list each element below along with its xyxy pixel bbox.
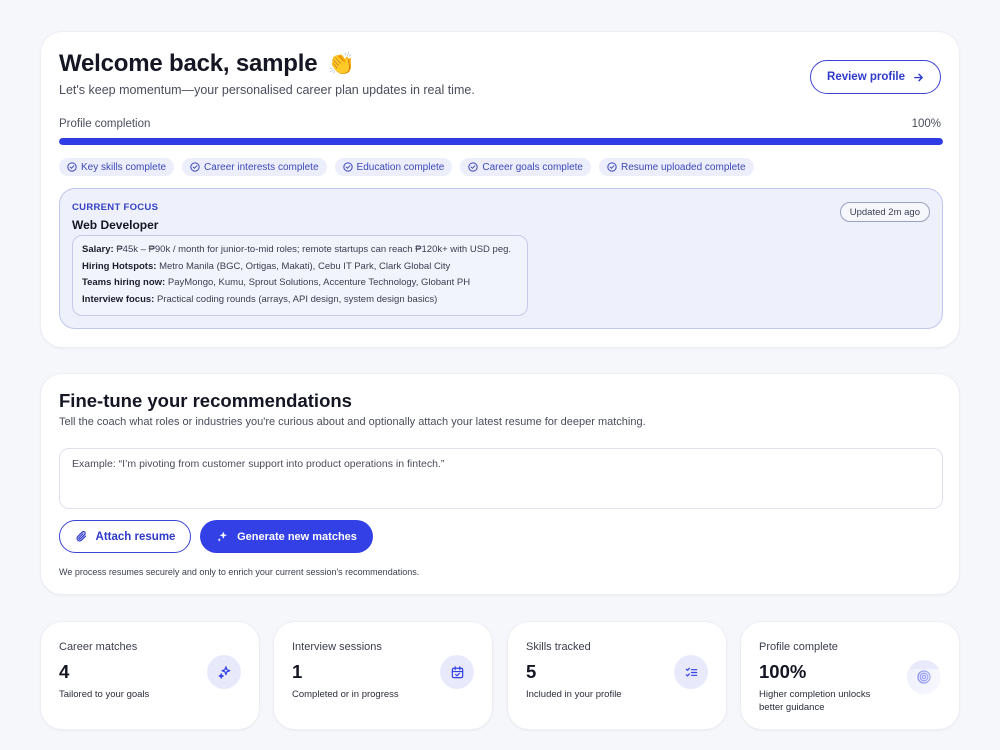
detail-label: Interview focus: — [82, 293, 155, 305]
current-focus-panel: CURRENT FOCUS Web Developer Updated 2m a… — [59, 188, 943, 329]
review-profile-label: Review profile — [827, 71, 905, 83]
detail-text: Practical coding rounds (arrays, API des… — [156, 293, 438, 305]
stat-description: Completed or in progress — [292, 689, 399, 700]
stat-label: Skills tracked — [526, 641, 591, 653]
completion-chip: Career interests complete — [182, 158, 327, 176]
check-circle-icon — [468, 162, 479, 172]
generate-matches-button[interactable]: Generate new matches — [200, 520, 373, 553]
privacy-note: We process resumes securely and only to … — [59, 567, 420, 577]
stat-card-profile-complete: Profile complete 100% Higher completion … — [740, 621, 960, 730]
detail-text: Metro Manila (BGC, Ortigas, Makati), Ceb… — [159, 260, 451, 272]
arrow-right-icon — [914, 73, 923, 81]
completion-chip: Education complete — [334, 158, 453, 176]
finetune-subtitle: Tell the coach what roles or industries … — [59, 416, 646, 428]
detail-label: Salary: — [82, 244, 114, 255]
current-focus-role: Web Developer — [72, 218, 159, 232]
chip-label: Key skills complete — [81, 161, 167, 173]
profile-completion-value: 100% — [911, 118, 941, 130]
calendar-check-icon — [440, 655, 474, 689]
stat-value: 5 — [526, 661, 537, 682]
stat-description: Included in your profile — [526, 689, 622, 700]
stat-value: 4 — [59, 661, 70, 682]
chip-label: Resume uploaded complete — [620, 161, 746, 173]
stat-value: 100% — [759, 661, 807, 682]
focus-detail-interview: Interview focus: Practical coding rounds… — [82, 294, 518, 311]
stat-description: Higher completion unlocks better guidanc… — [759, 689, 871, 713]
sparkles-icon — [207, 655, 241, 689]
page-title: Welcome back, sample 👏 — [59, 50, 355, 78]
completion-chip: Key skills complete — [59, 158, 175, 176]
card-fade-overlay — [879, 669, 959, 729]
generate-matches-label: Generate new matches — [237, 530, 357, 543]
welcome-card: Welcome back, sample 👏 Let's keep moment… — [40, 31, 960, 348]
check-circle-icon — [67, 162, 77, 172]
paperclip-icon — [76, 531, 86, 542]
welcome-subtitle: Let's keep momentum—your personalised ca… — [59, 83, 475, 97]
check-circle-icon — [607, 162, 617, 172]
focus-detail-hotspots: Hiring Hotspots: Metro Manila (BGC, Orti… — [82, 261, 518, 278]
attach-resume-label: Attach resume — [95, 530, 176, 543]
stat-description: Tailored to your goals — [59, 689, 150, 700]
profile-progress-fill — [59, 138, 943, 145]
detail-text: PayMongo, Kumu, Sprout Solutions, Accent… — [167, 277, 471, 288]
focus-details-box: Salary: ₱45k – ₱90k / month for junior-t… — [72, 235, 528, 316]
detail-label: Teams hiring now: — [82, 277, 166, 288]
clapping-hands-icon: 👏 — [327, 51, 356, 76]
check-circle-icon — [342, 162, 353, 172]
stat-value: 1 — [292, 661, 303, 682]
detail-label: Hiring Hotspots: — [82, 260, 157, 272]
focus-detail-teams: Teams hiring now: PayMongo, Kumu, Sprout… — [82, 277, 518, 294]
completion-chip: Resume uploaded complete — [598, 158, 754, 176]
stat-card-interview-sessions: Interview sessions 1 Completed or in pro… — [273, 621, 493, 730]
stat-label: Career matches — [59, 641, 138, 653]
profile-completion-label: Profile completion — [59, 118, 151, 130]
stat-card-career-matches: Career matches 4 Tailored to your goals — [40, 621, 260, 730]
detail-text: ₱45k – ₱90k / month for junior-to-mid ro… — [116, 244, 512, 255]
review-profile-button[interactable]: Review profile — [810, 60, 941, 94]
profile-progress-bar — [59, 138, 943, 145]
chip-label: Education complete — [356, 161, 445, 173]
interests-input[interactable] — [59, 448, 943, 509]
welcome-title-text: Welcome back, sample — [59, 50, 318, 77]
completion-chips: Key skills complete Career interests com… — [59, 158, 754, 176]
completion-chip: Career goals complete — [460, 158, 591, 176]
current-focus-heading: CURRENT FOCUS — [72, 202, 159, 213]
finetune-title: Fine-tune your recommendations — [59, 390, 352, 411]
stat-card-skills-tracked: Skills tracked 5 Included in your profil… — [507, 621, 727, 730]
updated-badge: Updated 2m ago — [839, 202, 930, 222]
chip-label: Career goals complete — [482, 161, 583, 173]
finetune-card: Fine-tune your recommendations Tell the … — [40, 373, 960, 595]
chip-label: Career interests complete — [204, 161, 319, 173]
stat-label: Profile complete — [759, 641, 838, 653]
sparkles-icon — [217, 531, 228, 542]
stat-label: Interview sessions — [292, 641, 382, 653]
attach-resume-button[interactable]: Attach resume — [59, 520, 191, 553]
focus-detail-salary: Salary: ₱45k – ₱90k / month for junior-t… — [82, 244, 518, 261]
list-check-icon — [674, 655, 708, 689]
check-circle-icon — [190, 162, 200, 172]
